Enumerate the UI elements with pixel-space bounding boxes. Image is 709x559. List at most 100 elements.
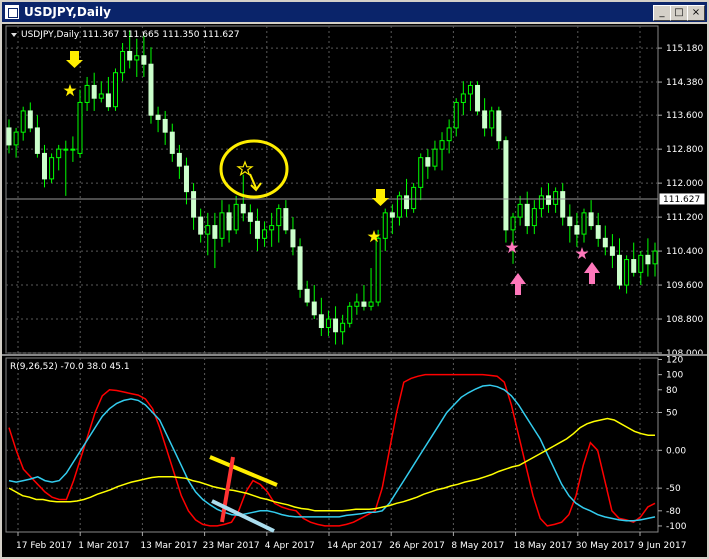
indicator-tick-label: -50 [666, 484, 681, 494]
candle-body [531, 208, 537, 227]
candle-body [333, 318, 339, 333]
candle-body [446, 127, 452, 142]
chart-canvas[interactable]: 115.180 114.380 113.600 112.800 112.000 111.2… [2, 24, 707, 557]
indicator-header: R(9,26,52) -70.0 38.0 45.1 [10, 362, 130, 372]
price-tick-label: 112.800 [666, 145, 703, 155]
time-tick-label: 1 Mar 2017 [78, 541, 129, 551]
candle-body [595, 225, 601, 239]
time-tick-label: 30 May 2017 [576, 541, 635, 551]
candle-body [254, 220, 260, 239]
indicator-tick-label: 120 [666, 356, 683, 366]
title-bar[interactable]: USDJPY,Daily _ □ × [2, 2, 707, 22]
price-tick-label: 112.000 [666, 179, 703, 189]
price-tick-label: 114.380 [666, 78, 703, 88]
candle-body [510, 216, 516, 231]
candle-body [162, 118, 168, 133]
candle-body [538, 195, 544, 210]
candle-body [439, 140, 445, 150]
price-tick-label: 113.600 [666, 111, 703, 121]
candle-body [418, 157, 424, 188]
candle-body [453, 101, 459, 129]
candle-body [482, 110, 488, 129]
candle-body [127, 50, 133, 61]
candle-body [382, 212, 388, 239]
candle-body [77, 101, 83, 154]
candle-body [609, 246, 615, 256]
candle-body [638, 254, 644, 273]
price-tick-label: 115.180 [666, 44, 703, 54]
candle-body [368, 301, 374, 307]
price-header: USDJPY,Daily 111.367 111.665 111.350 111… [21, 30, 240, 40]
candle-body [134, 55, 140, 61]
candle-body [354, 301, 360, 307]
candle-body [503, 140, 509, 231]
candle-body [624, 259, 630, 286]
candle-body [155, 114, 161, 120]
time-tick-label: 14 Apr 2017 [327, 541, 383, 551]
candle-body [304, 288, 310, 303]
candle-body [467, 84, 473, 95]
candle-body [340, 322, 346, 333]
candle-body [524, 203, 530, 227]
candle-body [226, 212, 232, 231]
price-tick-label: 111.200 [666, 213, 703, 223]
candle-body [432, 148, 438, 167]
candle-body [176, 152, 182, 167]
candle-body [581, 212, 587, 235]
candle-body [13, 131, 19, 146]
candle-body [361, 301, 367, 307]
indicator-tick-label: -100 [666, 522, 687, 532]
indicator-tick-label: 50 [666, 408, 678, 418]
minimize-button[interactable]: _ [653, 5, 671, 21]
candle-body [212, 225, 218, 239]
candle-body [318, 314, 324, 329]
indicator-tick-label: 80 [666, 386, 678, 396]
candle-body [41, 152, 47, 180]
candle-body [567, 216, 573, 227]
candle-body [34, 127, 40, 154]
candle-body [49, 157, 55, 180]
window-title: USDJPY,Daily [24, 5, 111, 19]
close-button[interactable]: × [687, 5, 705, 21]
candle-body [404, 195, 410, 210]
candle-body [588, 212, 594, 227]
time-tick-label: 8 May 2017 [451, 541, 504, 551]
price-tick-label: 110.400 [666, 247, 703, 257]
candle-body [262, 229, 268, 239]
chart-window-icon [5, 5, 19, 19]
candle-body [297, 246, 303, 290]
candle-body [84, 84, 90, 103]
candle-body [183, 165, 189, 193]
candle-body [169, 131, 175, 154]
maximize-button[interactable]: □ [670, 5, 688, 21]
candle-body [56, 148, 62, 159]
candle-body [652, 250, 658, 265]
candle-body [602, 237, 608, 248]
indicator-tick-label: 0.00 [666, 446, 686, 456]
candle-body [325, 318, 331, 329]
candle-body [389, 212, 395, 218]
candle-body [219, 212, 225, 239]
candle-body [645, 254, 651, 265]
candle-body [311, 301, 317, 316]
candle-body [475, 84, 481, 112]
time-tick-label: 13 Mar 2017 [140, 541, 197, 551]
candle-body [631, 259, 637, 273]
candle-body [460, 93, 466, 103]
candle-body [105, 93, 111, 108]
candle-body [233, 203, 239, 231]
candle-body [425, 157, 431, 167]
current-price-label: 111.627 [663, 195, 700, 205]
time-tick-label: 9 Jun 2017 [638, 541, 686, 551]
time-tick-label: 4 Apr 2017 [265, 541, 315, 551]
candle-body [347, 305, 353, 324]
candle-body [91, 84, 97, 99]
candle-body [546, 195, 552, 205]
candle-body [70, 148, 76, 151]
candle-body [198, 216, 204, 235]
chart-window: USDJPY,Daily _ □ × 115.180 114.380 113.600… [0, 0, 709, 559]
candle-body [496, 110, 502, 142]
candle-body [269, 225, 275, 231]
candle-body [205, 225, 211, 235]
time-tick-label: 23 Mar 2017 [203, 541, 260, 551]
